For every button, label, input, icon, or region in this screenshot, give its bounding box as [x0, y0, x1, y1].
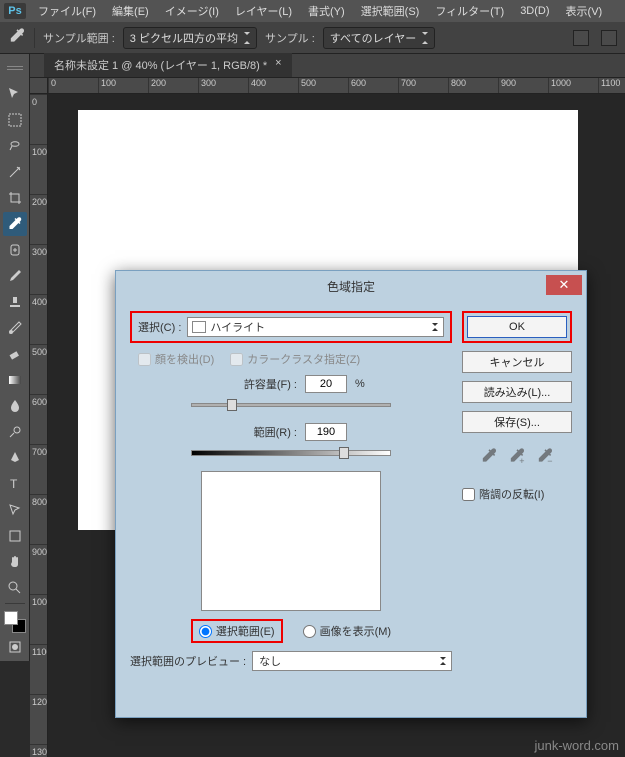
- range-slider[interactable]: [191, 447, 391, 461]
- history-brush-tool[interactable]: [3, 316, 27, 340]
- eyedropper-tool[interactable]: [3, 212, 27, 236]
- radio-selection-highlight[interactable]: 選択範囲(E): [191, 619, 283, 643]
- range-label: 範囲(R) :: [207, 424, 297, 440]
- ok-button[interactable]: OK: [467, 316, 567, 338]
- menu-3d[interactable]: 3D(D): [516, 3, 553, 19]
- cluster-checkbox: カラークラスタ指定(Z): [230, 351, 360, 367]
- invert-checkbox[interactable]: 階調の反転(I): [462, 486, 572, 502]
- document-title: 名称未設定 1 @ 40% (レイヤー 1, RGB/8) *: [54, 57, 267, 73]
- document-tab[interactable]: 名称未設定 1 @ 40% (レイヤー 1, RGB/8) * ×: [44, 53, 292, 77]
- ruler-vertical: 0 100 200 300 400 500 600 700 800 900 10…: [30, 94, 48, 757]
- stamp-tool[interactable]: [3, 290, 27, 314]
- gradient-tool[interactable]: [3, 368, 27, 392]
- sample-range-label: サンプル範囲 :: [43, 30, 115, 46]
- menu-view[interactable]: 表示(V): [562, 1, 607, 21]
- preview-mode-dropdown[interactable]: なし: [252, 651, 452, 671]
- svg-text:T: T: [10, 477, 18, 491]
- svg-text:+: +: [519, 456, 524, 465]
- menu-filter[interactable]: フィルター(T): [431, 1, 508, 21]
- opt-square[interactable]: [573, 30, 589, 46]
- tolerance-input[interactable]: [305, 375, 347, 393]
- face-detect-checkbox: 顔を検出(D): [138, 351, 214, 367]
- wand-tool[interactable]: [3, 160, 27, 184]
- menu-select[interactable]: 選択範囲(S): [357, 1, 424, 21]
- fg-color[interactable]: [4, 611, 18, 625]
- load-button[interactable]: 読み込み(L)...: [462, 381, 572, 403]
- preview-mode-label: 選択範囲のプレビュー :: [130, 653, 246, 669]
- move-tool[interactable]: [3, 82, 27, 106]
- watermark: junk-word.com: [534, 738, 619, 753]
- path-tool[interactable]: [3, 498, 27, 522]
- separator: [5, 603, 25, 604]
- color-range-dialog: 色域指定 ✕ 選択(C) : ハイライト 顔を検出(D) カラークラスタ指定(Z…: [115, 270, 587, 718]
- tolerance-label: 許容量(F) :: [207, 376, 297, 392]
- ok-highlight: OK: [462, 311, 572, 343]
- dialog-title: 色域指定: [327, 278, 375, 295]
- divider: [34, 28, 35, 48]
- range-thumb[interactable]: [339, 447, 349, 459]
- menu-bar: Ps ファイル(F) 編集(E) イメージ(I) レイヤー(L) 書式(Y) 選…: [0, 0, 625, 22]
- shape-tool[interactable]: [3, 524, 27, 548]
- marquee-tool[interactable]: [3, 108, 27, 132]
- toolbox: T: [0, 54, 30, 661]
- sample-range-dropdown[interactable]: 3 ピクセル四方の平均: [123, 27, 257, 49]
- tolerance-slider[interactable]: [191, 399, 391, 413]
- eraser-tool[interactable]: [3, 342, 27, 366]
- select-value: ハイライト: [210, 319, 265, 335]
- selection-preview: [201, 471, 381, 611]
- eyedropper-group: + −: [462, 447, 572, 468]
- menu-edit[interactable]: 編集(E): [108, 1, 153, 21]
- color-swatch[interactable]: [4, 611, 26, 633]
- cancel-button[interactable]: キャンセル: [462, 351, 572, 373]
- dodge-tool[interactable]: [3, 420, 27, 444]
- select-row-highlight: 選択(C) : ハイライト: [130, 311, 452, 343]
- menu-layer[interactable]: レイヤー(L): [231, 1, 296, 21]
- radio-selection[interactable]: [199, 625, 212, 638]
- crop-tool[interactable]: [3, 186, 27, 210]
- document-tab-bar: 名称未設定 1 @ 40% (レイヤー 1, RGB/8) * ×: [0, 54, 625, 78]
- ruler-horizontal: 0 100 200 300 400 500 600 700 800 900 10…: [48, 78, 625, 94]
- svg-text:−: −: [547, 456, 552, 465]
- quickmask-tool[interactable]: [3, 635, 27, 659]
- hand-tool[interactable]: [3, 550, 27, 574]
- handle[interactable]: [3, 56, 27, 80]
- sample-dropdown[interactable]: すべてのレイヤー: [323, 27, 435, 49]
- save-button[interactable]: 保存(S)...: [462, 411, 572, 433]
- opt-square-2[interactable]: [601, 30, 617, 46]
- select-swatch-icon: [192, 321, 206, 333]
- sample-label: サンプル :: [265, 30, 315, 46]
- eyedropper-add-icon[interactable]: +: [508, 447, 526, 468]
- radio-image[interactable]: 画像を表示(M): [303, 619, 392, 643]
- zoom-tool[interactable]: [3, 576, 27, 600]
- eyedropper-sample-icon[interactable]: [480, 447, 498, 468]
- menu-file[interactable]: ファイル(F): [34, 1, 100, 21]
- options-bar: サンプル範囲 : 3 ピクセル四方の平均 サンプル : すべてのレイヤー: [0, 22, 625, 54]
- heal-tool[interactable]: [3, 238, 27, 262]
- tolerance-unit: %: [355, 378, 375, 390]
- select-label: 選択(C) :: [138, 319, 181, 335]
- dialog-close-button[interactable]: ✕: [546, 275, 582, 295]
- dialog-titlebar[interactable]: 色域指定 ✕: [116, 271, 586, 301]
- brush-tool[interactable]: [3, 264, 27, 288]
- blur-tool[interactable]: [3, 394, 27, 418]
- select-dropdown[interactable]: ハイライト: [187, 317, 444, 337]
- eyedropper-icon: [8, 27, 26, 48]
- range-input[interactable]: [305, 423, 347, 441]
- menu-image[interactable]: イメージ(I): [161, 1, 223, 21]
- ruler-corner: [30, 78, 48, 94]
- ps-logo: Ps: [4, 3, 26, 19]
- pen-tool[interactable]: [3, 446, 27, 470]
- close-tab-icon[interactable]: ×: [275, 57, 281, 73]
- menu-type[interactable]: 書式(Y): [304, 1, 349, 21]
- type-tool[interactable]: T: [3, 472, 27, 496]
- lasso-tool[interactable]: [3, 134, 27, 158]
- eyedropper-subtract-icon[interactable]: −: [536, 447, 554, 468]
- tolerance-thumb[interactable]: [227, 399, 237, 411]
